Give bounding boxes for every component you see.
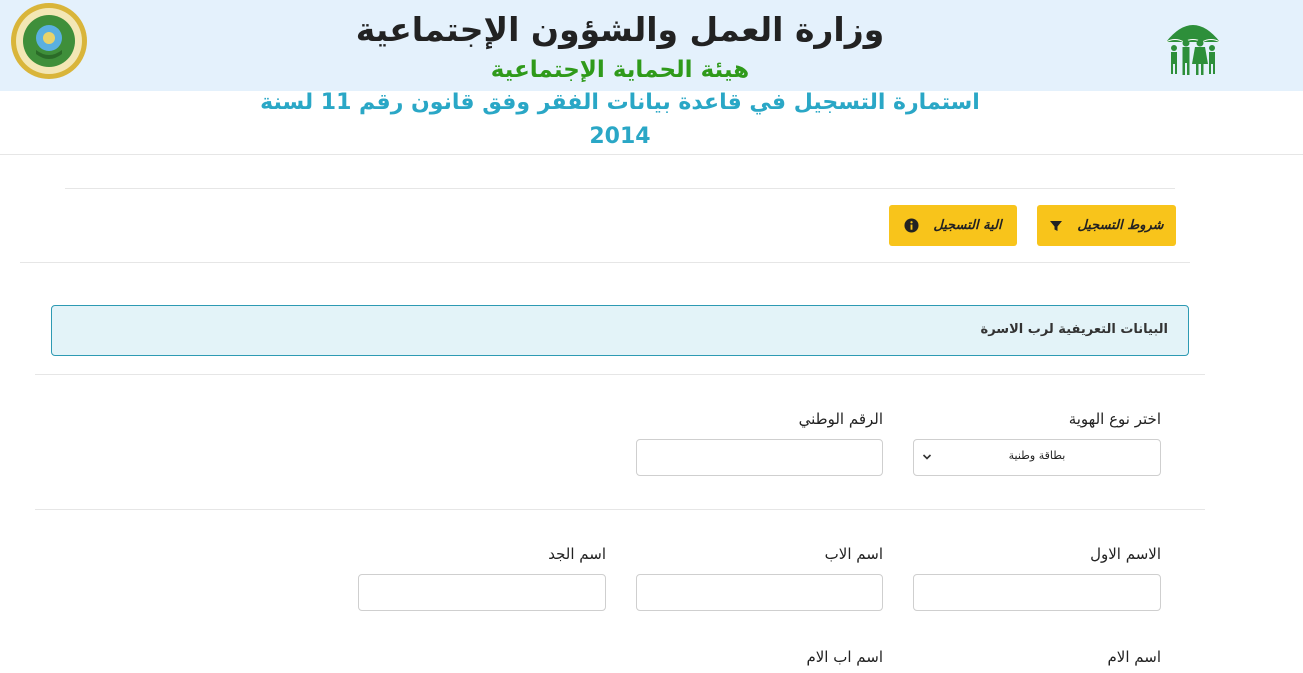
page-header: وزارة العمل والشؤون الإجتماعية هيئة الحم…	[0, 0, 1303, 91]
registration-mechanism-label: الية التسجيل	[933, 218, 1002, 233]
form-title: استمارة التسجيل في قاعدة بيانات الفقر وف…	[260, 90, 980, 149]
registration-conditions-label: شروط التسجيل	[1077, 218, 1164, 233]
registration-mechanism-button[interactable]: الية التسجيل	[889, 205, 1017, 246]
national-id-input[interactable]	[636, 439, 883, 476]
divider	[35, 509, 1205, 510]
authority-family-logo	[1165, 25, 1221, 75]
registration-conditions-button[interactable]: شروط التسجيل	[1037, 205, 1176, 246]
id-type-label: اختر نوع الهوية	[1068, 410, 1161, 428]
grandfather-name-input[interactable]	[358, 574, 606, 611]
mother-name-label: اسم الام	[1107, 648, 1162, 666]
info-circle-icon	[904, 218, 919, 233]
chevron-down-icon	[922, 454, 932, 460]
divider	[65, 188, 1175, 189]
household-head-section-header: البيانات التعريفية لرب الاسرة	[51, 305, 1189, 356]
divider	[20, 262, 1190, 263]
grandfather-name-label: اسم الجد	[548, 545, 606, 563]
first-name-input[interactable]	[913, 574, 1161, 611]
ministry-seal-logo	[11, 3, 87, 79]
filter-icon	[1050, 220, 1063, 231]
divider	[35, 374, 1205, 375]
father-name-input[interactable]	[636, 574, 883, 611]
section-title: البيانات التعريفية لرب الاسرة	[980, 322, 1168, 337]
id-type-selected-value: بطاقة وطنية	[1008, 449, 1066, 462]
first-name-label: الاسم الاول	[1090, 545, 1161, 563]
authority-title: هيئة الحماية الإجتماعية	[490, 57, 750, 83]
mother-father-name-label: اسم اب الام	[806, 648, 883, 666]
id-type-select[interactable]: بطاقة وطنية	[913, 439, 1161, 476]
father-name-label: اسم الاب	[824, 545, 883, 563]
ministry-title: وزارة العمل والشؤون الإجتماعية	[355, 10, 885, 49]
national-id-label: الرقم الوطني	[798, 410, 883, 428]
divider	[0, 154, 1303, 155]
